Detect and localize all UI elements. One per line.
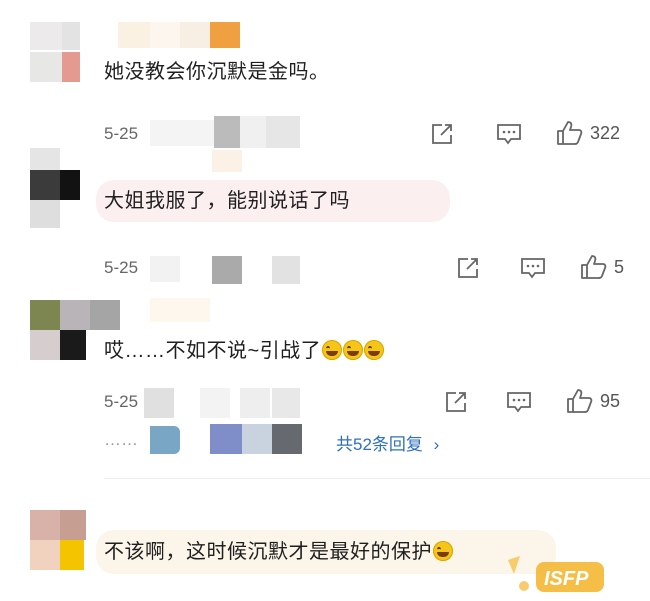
- divider: [104, 478, 650, 479]
- replies-ellipsis: ……: [104, 430, 138, 449]
- share-icon: [446, 392, 466, 412]
- laughing-emoji-icon: [433, 541, 453, 561]
- comment-icon: [507, 392, 531, 413]
- laughing-emoji-icon: [343, 340, 364, 360]
- thumbs-up-icon: [557, 121, 583, 145]
- comment-icon: [521, 258, 545, 279]
- comment-date: 5-25: [104, 392, 139, 411]
- comment-button[interactable]: [520, 256, 546, 280]
- share-button[interactable]: [456, 256, 482, 280]
- like-button[interactable]: 322: [556, 120, 620, 146]
- comment-icon: [497, 124, 521, 145]
- share-button[interactable]: [430, 122, 456, 146]
- svg-text:ISFP: ISFP: [544, 568, 589, 590]
- like-count: 5: [614, 256, 625, 277]
- share-button[interactable]: [444, 390, 470, 414]
- replies-redaction: [150, 426, 180, 454]
- username-redaction: [150, 298, 210, 322]
- like-button[interactable]: 5: [580, 254, 624, 280]
- comment-text: 哎……不如不说~引战了: [104, 339, 385, 363]
- like-count: 322: [590, 122, 621, 143]
- username-redaction: [212, 150, 242, 172]
- thumbs-up-icon: [581, 255, 607, 279]
- isfp-watermark: ISFP: [500, 552, 640, 596]
- chevron-right-icon: ›: [433, 435, 440, 454]
- like-button[interactable]: 95: [566, 388, 620, 414]
- comment-button[interactable]: [496, 122, 522, 146]
- thumbs-up-icon: [567, 389, 593, 413]
- share-icon: [432, 124, 452, 144]
- share-icon: [458, 258, 478, 278]
- laughing-emoji-icon: [364, 340, 385, 360]
- comment-text: 不该啊，这时候沉默才是最好的保护: [104, 540, 453, 564]
- laughing-emoji-icon: [322, 340, 343, 360]
- like-count: 95: [600, 390, 621, 411]
- view-replies-link[interactable]: 共52条回复 ›: [336, 430, 439, 455]
- comment-text: 她没教会你沉默是金吗。: [104, 61, 330, 83]
- comment-date: 5-25: [104, 124, 139, 143]
- comment-button[interactable]: [506, 390, 532, 414]
- comment-date: 5-25: [104, 258, 139, 277]
- comment-text: 大姐我服了，能别说话了吗: [104, 190, 350, 212]
